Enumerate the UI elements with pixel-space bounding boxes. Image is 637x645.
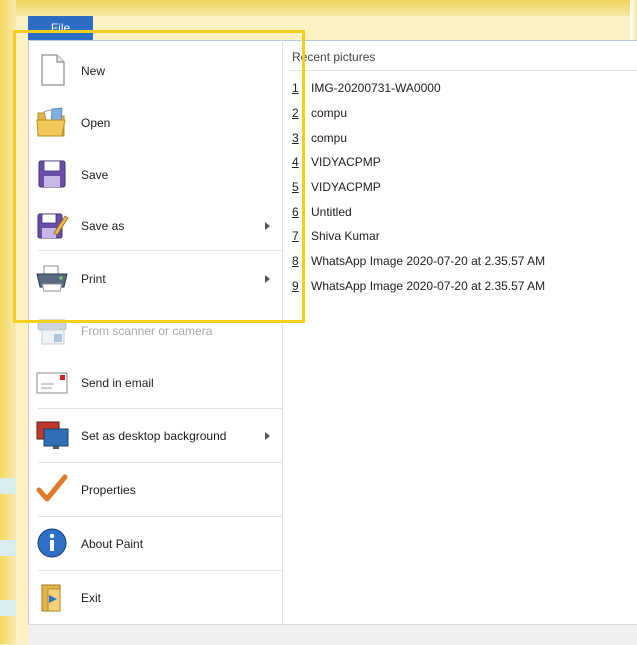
menu-item-new[interactable]: New [28,48,282,93]
recent-item[interactable]: 7 Shiva Kumar [290,224,637,249]
menu-item-label: Print [81,271,106,286]
recent-item-name: IMG-20200731-WA0000 [311,81,441,96]
exit-icon [34,579,70,615]
desktop-background-icon [34,417,70,453]
menu-item-label: Save as [81,218,125,233]
new-document-icon [34,52,70,88]
recent-item-number: 8 [292,254,299,269]
recent-pictures-list: 1 IMG-20200731-WA0000 2 compu 3 compu 4 … [290,76,637,298]
recent-item-name: Shiva Kumar [311,229,380,244]
recent-item[interactable]: 6 Untitled [290,199,637,224]
menu-separator [38,570,282,571]
menu-item-from-scanner: From scanner or camera [28,308,282,353]
recent-item-number: 9 [292,278,299,293]
file-tab[interactable]: File [28,16,93,40]
menu-separator [38,408,282,409]
menu-item-label: About Paint [81,536,144,551]
recent-item[interactable]: 8 WhatsApp Image 2020-07-20 at 2.35.57 A… [290,249,637,274]
menu-separator [38,462,282,463]
menu-item-label: Set as desktop background [81,428,227,443]
save-as-icon [34,207,70,243]
menu-item-open[interactable]: Open [28,100,282,145]
menu-item-label: Properties [81,482,136,497]
recent-item-name: VIDYACPMP [311,180,381,195]
menu-item-label: Send in email [81,375,154,390]
menu-separator [38,250,282,251]
submenu-arrow-icon [265,431,270,440]
file-menu-commands: New Open Save Save as Print From scanner… [28,40,282,624]
recent-item[interactable]: 2 compu [290,101,637,126]
recent-item-number: 6 [292,204,299,219]
menu-item-label: Open [81,115,111,130]
printer-icon [34,260,70,296]
recent-pictures-header: Recent pictures [292,50,376,64]
email-icon [34,364,70,400]
menu-item-set-desktop-background[interactable]: Set as desktop background [28,413,282,458]
recent-header-separator [290,70,637,71]
checkmark-icon [34,471,70,507]
recent-item-name: Untitled [311,204,352,219]
recent-item-name: WhatsApp Image 2020-07-20 at 2.35.57 AM [311,278,546,293]
menu-item-label: Exit [81,590,102,605]
menu-item-properties[interactable]: Properties [28,467,282,512]
menu-separator [38,516,282,517]
recent-item-number: 4 [292,155,299,170]
recent-item-name: compu [311,130,348,145]
recent-item-number: 7 [292,229,299,244]
recent-item[interactable]: 5 VIDYACPMP [290,175,637,200]
title-bar-area [0,0,637,16]
save-floppy-icon [34,156,70,192]
recent-item[interactable]: 9 WhatsApp Image 2020-07-20 at 2.35.57 A… [290,274,637,299]
submenu-arrow-icon [265,221,270,230]
menu-column-divider [282,40,283,624]
menu-item-label: Save [81,167,109,182]
menu-item-label: New [81,63,106,78]
recent-item[interactable]: 3 compu [290,125,637,150]
recent-item-number: 1 [292,81,299,96]
scanner-icon [34,312,70,348]
menu-item-send-email[interactable]: Send in email [28,360,282,405]
menu-item-save-as[interactable]: Save as [28,203,282,248]
recent-item-number: 5 [292,180,299,195]
menu-item-print[interactable]: Print [28,256,282,301]
menu-bottom-bar [28,624,637,645]
menu-item-about-paint[interactable]: About Paint [28,521,282,566]
recent-item[interactable]: 4 VIDYACPMP [290,150,637,175]
recent-item-name: compu [311,106,348,121]
open-folder-icon [34,104,70,140]
menu-item-label: From scanner or camera [81,323,213,338]
submenu-arrow-icon [265,274,270,283]
menu-item-exit[interactable]: Exit [28,575,282,620]
recent-item-number: 3 [292,130,299,145]
recent-item-number: 2 [292,106,299,121]
recent-item[interactable]: 1 IMG-20200731-WA0000 [290,76,637,101]
recent-item-name: WhatsApp Image 2020-07-20 at 2.35.57 AM [311,254,546,269]
menu-item-save[interactable]: Save [28,152,282,197]
info-icon [34,525,70,561]
recent-item-name: VIDYACPMP [311,155,381,170]
